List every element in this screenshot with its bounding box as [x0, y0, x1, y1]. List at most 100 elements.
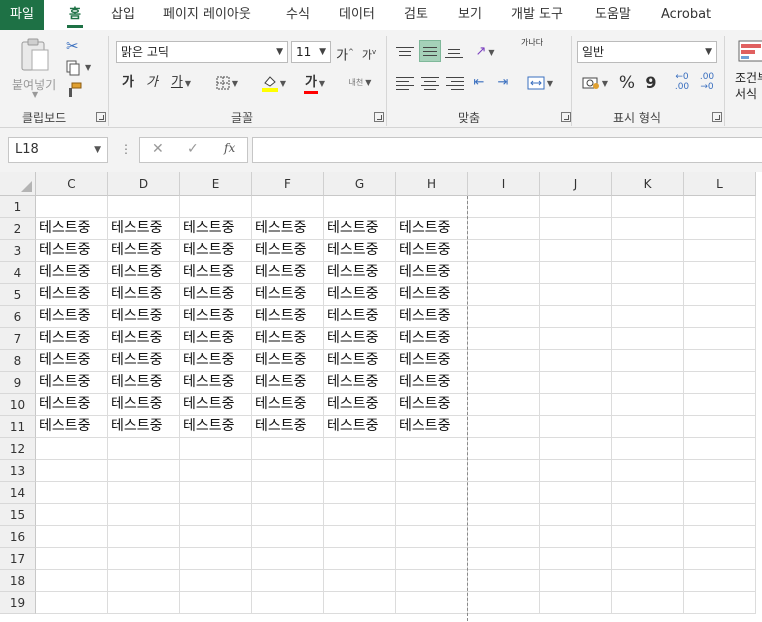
- cell-J19[interactable]: [540, 592, 612, 614]
- cell-L17[interactable]: [684, 548, 756, 570]
- cell-F1[interactable]: [252, 196, 324, 218]
- decrease-indent-icon[interactable]: ⇤: [470, 72, 488, 94]
- cell-H2[interactable]: 테스트중: [396, 218, 468, 240]
- cell-H10[interactable]: 테스트중: [396, 394, 468, 416]
- cell-E9[interactable]: 테스트중: [180, 372, 252, 394]
- cell-G12[interactable]: [324, 438, 396, 460]
- row-header-1[interactable]: 1: [0, 196, 36, 218]
- tab-data[interactable]: 데이터: [339, 0, 375, 30]
- cell-D3[interactable]: 테스트중: [108, 240, 180, 262]
- cell-C2[interactable]: 테스트중: [36, 218, 108, 240]
- cell-G2[interactable]: 테스트중: [324, 218, 396, 240]
- percent-button[interactable]: %: [617, 72, 637, 94]
- cell-J1[interactable]: [540, 196, 612, 218]
- cell-G6[interactable]: 테스트중: [324, 306, 396, 328]
- cell-K1[interactable]: [612, 196, 684, 218]
- borders-button[interactable]: ▼: [209, 72, 245, 94]
- cell-K4[interactable]: [612, 262, 684, 284]
- row-header-11[interactable]: 11: [0, 416, 36, 438]
- cell-E5[interactable]: 테스트중: [180, 284, 252, 306]
- cell-L5[interactable]: [684, 284, 756, 306]
- cell-D5[interactable]: 테스트중: [108, 284, 180, 306]
- cell-L13[interactable]: [684, 460, 756, 482]
- cell-C12[interactable]: [36, 438, 108, 460]
- cell-I18[interactable]: [468, 570, 540, 592]
- row-header-13[interactable]: 13: [0, 460, 36, 482]
- format-painter-icon[interactable]: [66, 82, 82, 101]
- cell-D13[interactable]: [108, 460, 180, 482]
- italic-button[interactable]: 가: [143, 72, 161, 94]
- column-header-L[interactable]: L: [684, 172, 756, 196]
- cell-E2[interactable]: 테스트중: [180, 218, 252, 240]
- align-left-button[interactable]: [396, 74, 414, 96]
- cell-H14[interactable]: [396, 482, 468, 504]
- tab-view[interactable]: 보기: [458, 0, 482, 30]
- cell-D19[interactable]: [108, 592, 180, 614]
- decrease-decimal-button[interactable]: .00 →0: [696, 72, 718, 94]
- cell-K19[interactable]: [612, 592, 684, 614]
- cell-K6[interactable]: [612, 306, 684, 328]
- column-header-I[interactable]: I: [468, 172, 540, 196]
- cell-L3[interactable]: [684, 240, 756, 262]
- cell-C5[interactable]: 테스트중: [36, 284, 108, 306]
- cell-K14[interactable]: [612, 482, 684, 504]
- cell-K3[interactable]: [612, 240, 684, 262]
- cell-J12[interactable]: [540, 438, 612, 460]
- cell-F4[interactable]: 테스트중: [252, 262, 324, 284]
- cell-F3[interactable]: 테스트중: [252, 240, 324, 262]
- cell-F2[interactable]: 테스트중: [252, 218, 324, 240]
- cell-L7[interactable]: [684, 328, 756, 350]
- cell-H12[interactable]: [396, 438, 468, 460]
- cell-D17[interactable]: [108, 548, 180, 570]
- cell-J8[interactable]: [540, 350, 612, 372]
- enter-icon[interactable]: ✓: [187, 141, 199, 157]
- cell-F16[interactable]: [252, 526, 324, 548]
- font-name-select[interactable]: 맑은 고딕 ▼: [116, 41, 288, 63]
- cell-J7[interactable]: [540, 328, 612, 350]
- cell-C10[interactable]: 테스트중: [36, 394, 108, 416]
- select-all-button[interactable]: [0, 172, 36, 196]
- more-options-icon[interactable]: ⋮: [120, 142, 132, 156]
- cell-F17[interactable]: [252, 548, 324, 570]
- cell-I3[interactable]: [468, 240, 540, 262]
- cell-C9[interactable]: 테스트중: [36, 372, 108, 394]
- cell-I16[interactable]: [468, 526, 540, 548]
- cell-H6[interactable]: 테스트중: [396, 306, 468, 328]
- cell-G19[interactable]: [324, 592, 396, 614]
- cell-K11[interactable]: [612, 416, 684, 438]
- cell-C3[interactable]: 테스트중: [36, 240, 108, 262]
- cell-H19[interactable]: [396, 592, 468, 614]
- cell-I15[interactable]: [468, 504, 540, 526]
- cell-H16[interactable]: [396, 526, 468, 548]
- cell-K9[interactable]: [612, 372, 684, 394]
- cell-G18[interactable]: [324, 570, 396, 592]
- cell-C11[interactable]: 테스트중: [36, 416, 108, 438]
- accounting-format-button[interactable]: ▼: [578, 72, 612, 94]
- cell-F5[interactable]: 테스트중: [252, 284, 324, 306]
- cell-L10[interactable]: [684, 394, 756, 416]
- cell-G16[interactable]: [324, 526, 396, 548]
- cell-L16[interactable]: [684, 526, 756, 548]
- cell-D7[interactable]: 테스트중: [108, 328, 180, 350]
- cell-E3[interactable]: 테스트중: [180, 240, 252, 262]
- copy-icon[interactable]: ▼: [66, 60, 91, 78]
- cell-I14[interactable]: [468, 482, 540, 504]
- cell-I6[interactable]: [468, 306, 540, 328]
- row-header-6[interactable]: 6: [0, 306, 36, 328]
- cell-I19[interactable]: [468, 592, 540, 614]
- tab-acrobat[interactable]: Acrobat: [661, 0, 711, 30]
- cut-icon[interactable]: ✂: [66, 37, 79, 55]
- cell-H8[interactable]: 테스트중: [396, 350, 468, 372]
- cell-K5[interactable]: [612, 284, 684, 306]
- cell-K17[interactable]: [612, 548, 684, 570]
- bold-button[interactable]: 가: [119, 72, 137, 94]
- cell-C13[interactable]: [36, 460, 108, 482]
- number-launcher-icon[interactable]: [712, 112, 722, 122]
- tab-file[interactable]: 파일: [0, 0, 44, 30]
- cell-H18[interactable]: [396, 570, 468, 592]
- row-header-4[interactable]: 4: [0, 262, 36, 284]
- cell-I7[interactable]: [468, 328, 540, 350]
- cell-G11[interactable]: 테스트중: [324, 416, 396, 438]
- cell-H7[interactable]: 테스트중: [396, 328, 468, 350]
- column-header-C[interactable]: C: [36, 172, 108, 196]
